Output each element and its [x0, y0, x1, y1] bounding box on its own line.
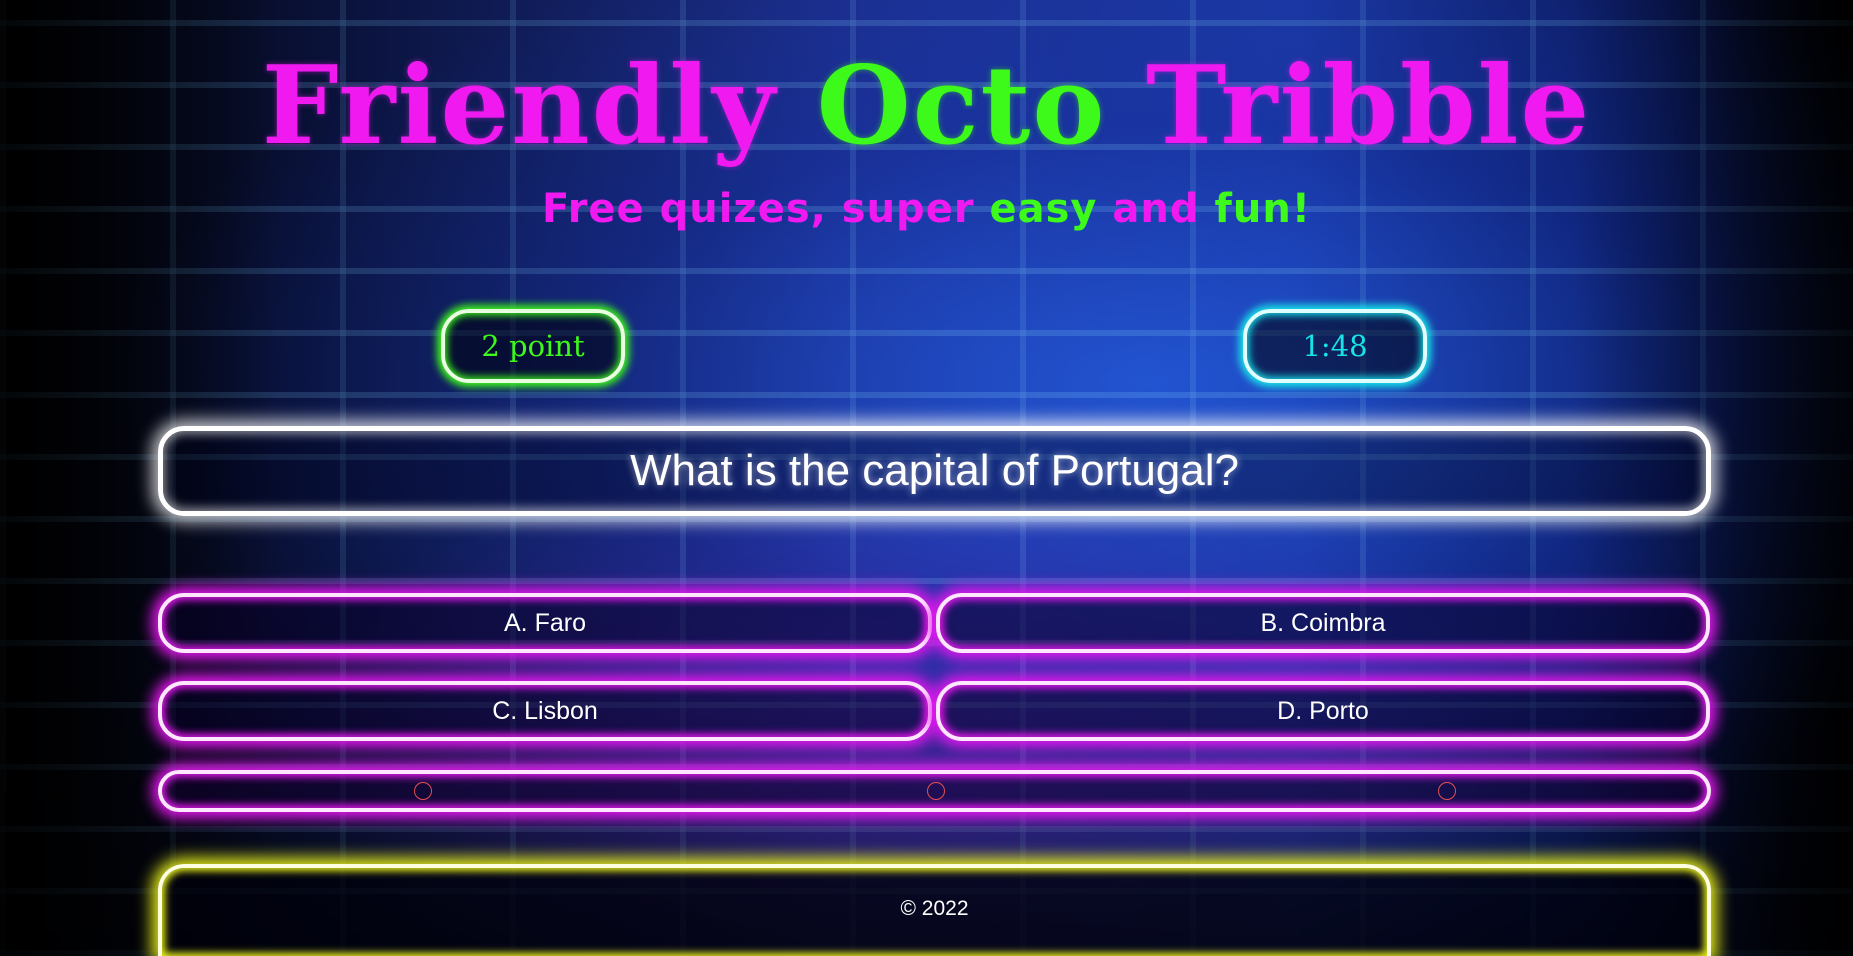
answer-button-a[interactable]: A. Faro: [158, 593, 932, 653]
score-value: 2 point: [481, 329, 585, 363]
timer-value: 1:48: [1302, 329, 1368, 363]
answer-label-c: C. Lisbon: [492, 696, 598, 725]
answer-button-b[interactable]: B. Coimbra: [936, 593, 1710, 653]
title-word-tribble: Tribble: [1146, 43, 1592, 169]
subtitle-part-2: easy: [989, 186, 1098, 232]
circle-icon[interactable]: [927, 782, 945, 800]
timer-display: 1:48: [1243, 309, 1427, 383]
circle-icon[interactable]: [1438, 782, 1456, 800]
question-text: What is the capital of Portugal?: [630, 446, 1239, 495]
answer-label-a: A. Faro: [504, 608, 586, 637]
subtitle-part-4: fun!: [1214, 186, 1312, 232]
lifelines-bar: [158, 770, 1711, 812]
subtitle-part-3: and: [1097, 186, 1215, 232]
circle-icon[interactable]: [414, 782, 432, 800]
subtitle-part-1: Free quizes, super: [541, 186, 990, 232]
title-word-octo: Octo: [816, 43, 1107, 169]
footer: © 2022: [158, 864, 1711, 956]
question-box: What is the capital of Portugal?: [158, 426, 1711, 516]
title-word-friendly: Friendly: [261, 43, 778, 169]
site-subtitle: Free quizes, super easy and fun!: [0, 186, 1853, 232]
answer-button-c[interactable]: C. Lisbon: [158, 681, 932, 741]
answer-label-b: B. Coimbra: [1260, 608, 1386, 637]
site-title: Friendly Octo Tribble: [0, 52, 1853, 160]
page: Friendly Octo Tribble Free quizes, super…: [0, 0, 1853, 956]
score-display: 2 point: [441, 309, 625, 383]
copyright-text: © 2022: [900, 897, 969, 920]
answer-label-d: D. Porto: [1277, 696, 1369, 725]
answer-button-d[interactable]: D. Porto: [936, 681, 1710, 741]
